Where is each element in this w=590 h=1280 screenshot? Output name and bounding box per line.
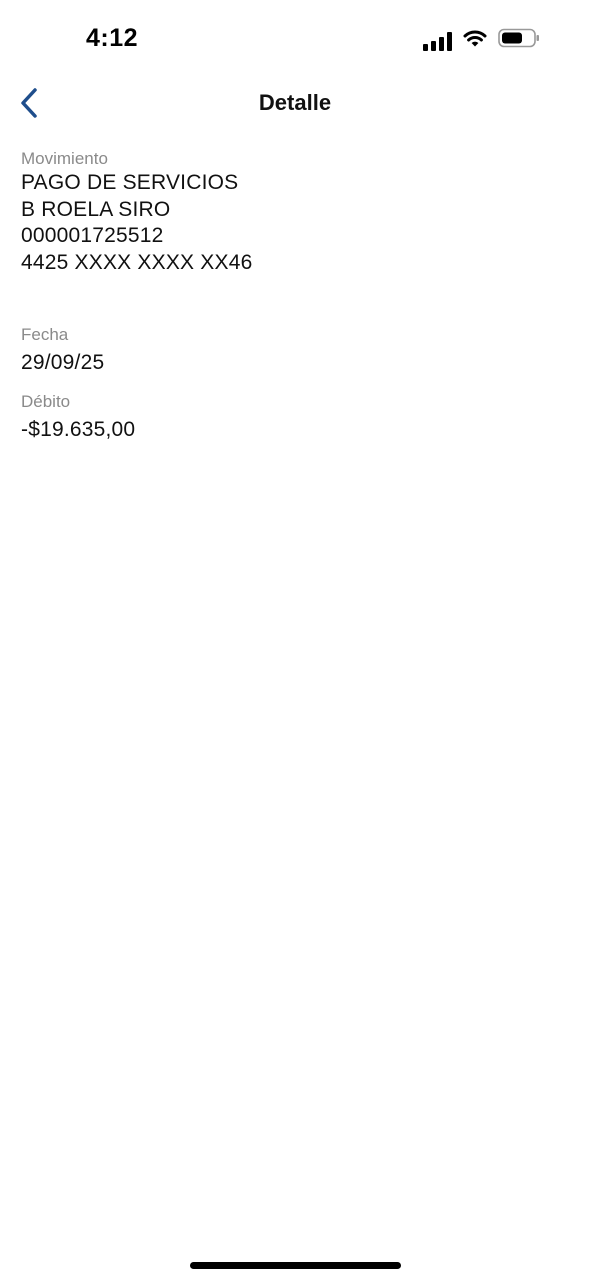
cellular-signal-icon [423, 31, 452, 51]
fecha-value: 29/09/25 [21, 351, 105, 374]
status-time: 4:12 [86, 24, 139, 52]
movimiento-section: Movimiento PAGO DE SERVICIOS B ROELA SIR… [21, 148, 561, 276]
nav-bar: Detalle [0, 80, 590, 130]
home-indicator[interactable] [190, 1262, 401, 1269]
movimiento-label: Movimiento [21, 149, 108, 168]
movimiento-line: 4425 XXXX XXXX XX46 [21, 250, 253, 274]
status-bar: 4:12 [0, 0, 590, 80]
fecha-label: Fecha [21, 325, 69, 344]
movimiento-line: 000001725512 [21, 224, 164, 247]
battery-icon [498, 28, 540, 53]
movimiento-line: B ROELA SIRO [21, 197, 171, 221]
debito-label: Débito [21, 391, 71, 411]
fecha-section: Fecha 29/09/25 [21, 324, 561, 377]
debito-value: -$19.635,00 [21, 417, 136, 441]
debito-section: Débito -$19.635,00 [21, 391, 561, 444]
page-title: Detalle [258, 90, 332, 115]
wifi-icon [462, 28, 488, 53]
detail-content: Movimiento PAGO DE SERVICIOS B ROELA SIR… [21, 148, 561, 443]
movimiento-line: PAGO DE SERVICIOS [21, 171, 239, 194]
status-icons [423, 28, 540, 53]
